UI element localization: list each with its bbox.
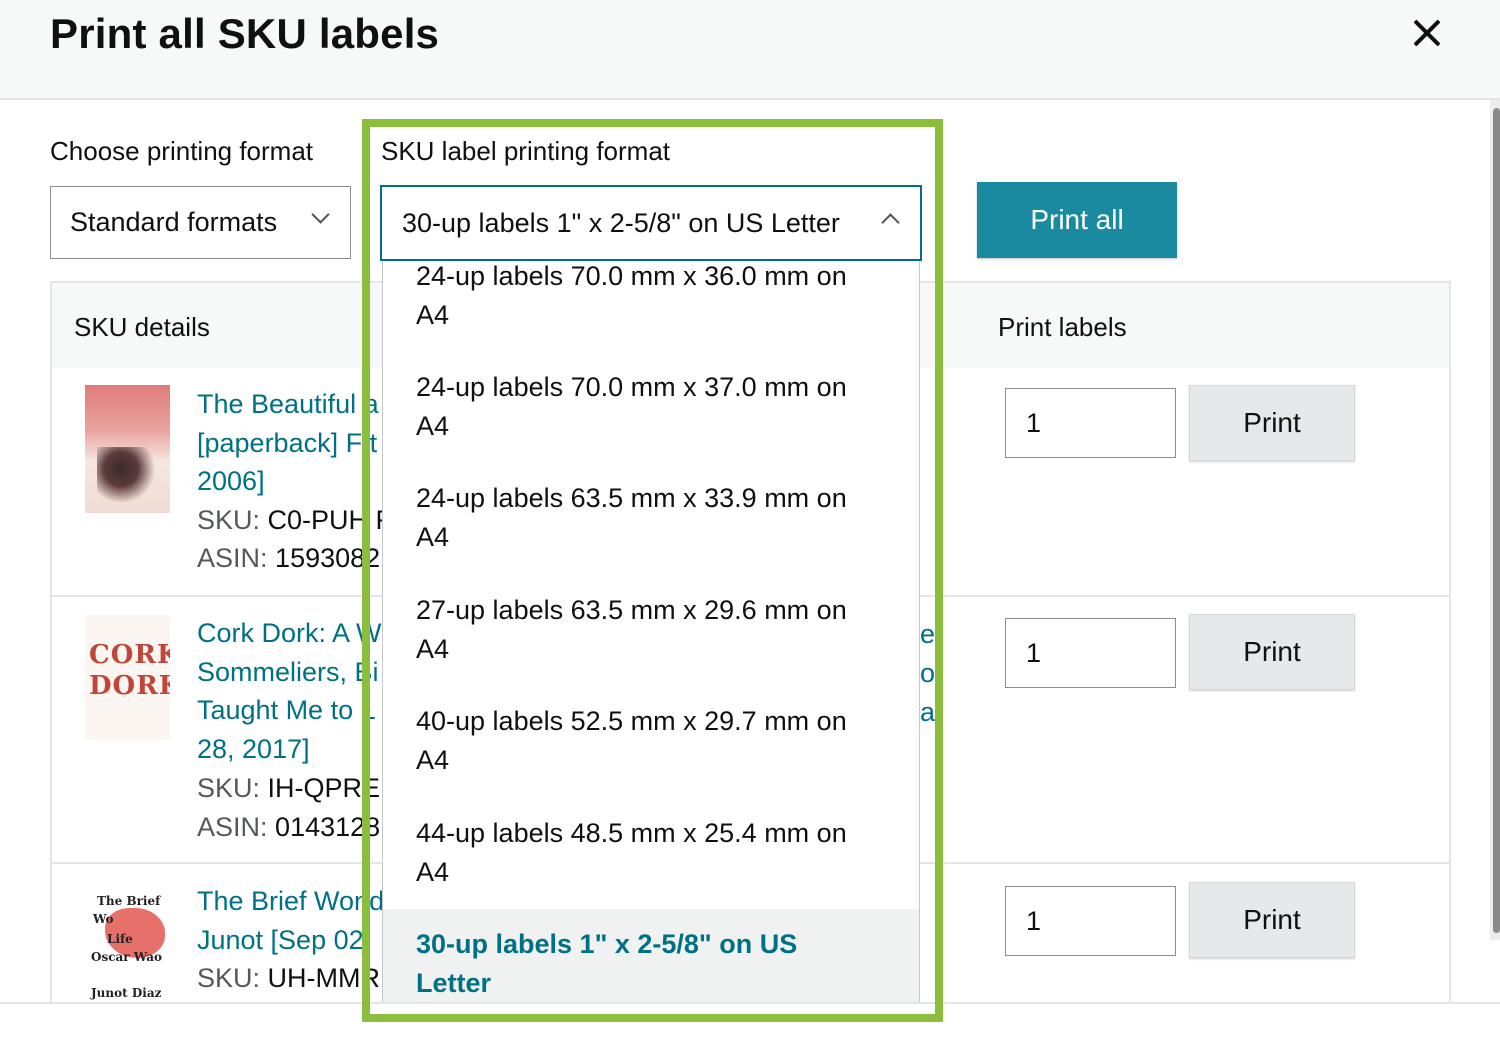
standard-formats-value: Standard formats bbox=[70, 207, 278, 237]
modal-footer bbox=[0, 1004, 1500, 1051]
sku-text: SKU: UH-MMR bbox=[197, 963, 381, 993]
column-sku-details: SKU details bbox=[74, 312, 210, 342]
title-overflow-text: a bbox=[920, 697, 936, 727]
print-button[interactable]: Print bbox=[1189, 882, 1355, 958]
product-thumbnail bbox=[85, 385, 170, 513]
dropdown-option[interactable]: 24-up labels 70.0 mm x 37.0 mm on A4 bbox=[416, 368, 886, 445]
standard-formats-select[interactable]: Standard formats bbox=[50, 186, 351, 259]
product-thumbnail: The Brief Wo Life Oscar Wao Junot Diaz bbox=[85, 888, 170, 1000]
asin-text: ASIN: 0143128 bbox=[197, 812, 381, 842]
asin-text: ASIN: 1593082 bbox=[197, 543, 381, 573]
sku-text: SKU: C0-PUH F bbox=[197, 505, 382, 535]
sku-format-dropdown-list: 24-up labels 70.0 mm x 36.0 mm on A4 24-u… bbox=[382, 261, 920, 1003]
cover-title-text: Oscar Wao bbox=[91, 950, 163, 964]
dropdown-option-selected[interactable]: 30-up labels 1" x 2-5/8" on US Letter bbox=[383, 909, 919, 1002]
dropdown-option[interactable]: 27-up labels 63.5 mm x 29.6 mm on A4 bbox=[416, 591, 886, 668]
choose-format-label: Choose printing format bbox=[50, 136, 314, 166]
scrollbar-thumb[interactable] bbox=[1493, 108, 1500, 933]
column-print-labels: Print labels bbox=[998, 312, 1127, 342]
cover-title-text: DORK bbox=[89, 671, 170, 701]
sku-format-select[interactable]: 30-up labels 1" x 2-5/8" on US Letter bbox=[380, 185, 922, 261]
dropdown-option[interactable]: 24-up labels 63.5 mm x 33.9 mm on A4 bbox=[416, 479, 886, 556]
product-title-link[interactable]: The Beautiful a [paperback] F t 2006] bbox=[197, 385, 382, 501]
cover-title-text: Wo bbox=[93, 912, 114, 926]
quantity-input[interactable]: 1 bbox=[1005, 618, 1176, 688]
dropdown-option[interactable]: 44-up labels 48.5 mm x 25.4 mm on A4 bbox=[416, 814, 886, 891]
title-overflow-text: e bbox=[920, 619, 936, 649]
quantity-input[interactable]: 1 bbox=[1005, 886, 1176, 956]
dropdown-option[interactable]: 40-up labels 52.5 mm x 29.7 mm on A4 bbox=[416, 702, 886, 779]
product-thumbnail: CORKDORK bbox=[85, 615, 170, 740]
close-icon[interactable] bbox=[1405, 12, 1449, 56]
print-button[interactable]: Print bbox=[1189, 614, 1355, 690]
product-title-link[interactable]: Cork Dork: A W Sommeliers, Bi Taught Me … bbox=[197, 614, 382, 768]
cover-author-text: Junot Diaz bbox=[91, 986, 162, 1000]
title-overflow-text: o bbox=[920, 658, 936, 688]
print-button[interactable]: Print bbox=[1189, 385, 1355, 461]
dropdown-option[interactable]: 24-up labels 70.0 mm x 36.0 mm on A4 bbox=[416, 261, 886, 334]
quantity-input[interactable]: 1 bbox=[1005, 388, 1176, 458]
product-title-link[interactable]: The Brief Wond Junot [Sep 02, bbox=[197, 882, 382, 959]
sku-format-value: 30-up labels 1" x 2-5/8" on US Letter bbox=[402, 208, 840, 238]
cover-title-text: CORK bbox=[89, 640, 170, 670]
sku-format-label: SKU label printing format bbox=[381, 136, 671, 166]
sku-text: SKU: IH-QPRE bbox=[197, 773, 381, 803]
modal-title: Print all SKU labels bbox=[50, 10, 440, 57]
print-all-button[interactable]: Print all bbox=[977, 182, 1177, 258]
cover-title-text: Life bbox=[107, 932, 133, 946]
cover-title-text: The Brief bbox=[97, 894, 161, 908]
